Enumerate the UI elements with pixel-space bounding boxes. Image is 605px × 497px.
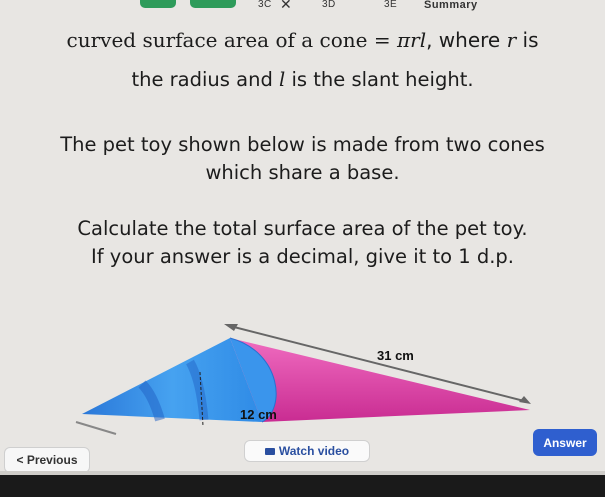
tab-3d[interactable]: 3D [322,0,336,10]
slant-label: 31 cm [377,348,414,363]
tab-3c[interactable]: 3C [258,0,272,10]
cone-diagram: 31 cm 12 cm [75,324,531,435]
formula-math: πrl [396,28,427,52]
formula-suffix: , where [426,28,507,52]
line2-suffix: is the slant height. [285,68,474,91]
watch-video-button[interactable]: Watch video [244,440,370,462]
formula-prefix: curved surface area of a cone = [66,28,397,52]
video-icon [264,447,275,455]
question-para2-line1: The pet toy shown below is made from two… [60,133,545,156]
question-para2-line2: which share a base. [205,161,400,184]
answer-button[interactable]: Answer [533,429,597,456]
slant-arrowhead-left [224,324,238,331]
tab-summary[interactable]: Summary [424,0,478,11]
formula-end: is [516,28,539,52]
watch-video-label: Watch video [278,444,350,458]
left-edge-arrow [75,421,117,435]
slant-arrowhead-right [519,396,531,404]
close-icon[interactable]: ✕ [280,0,292,13]
formula-line-2: the radius and l is the slant height. [0,68,605,91]
tab-3e[interactable]: 3E [384,0,397,10]
tab-3a-pill[interactable] [140,0,176,8]
question-para3-line1: Calculate the total surface area of the … [77,217,528,240]
bottom-bar [0,475,605,497]
tab-3b-pill[interactable] [190,0,236,8]
line2-prefix: the radius and [131,68,280,91]
previous-button[interactable]: < Previous [4,447,90,473]
question-para3-line2: If your answer is a decimal, give it to … [90,245,514,268]
tab-strip: 3C ✕ 3D 3E Summary [0,0,605,16]
formula-line: curved surface area of a cone = πrl, whe… [0,28,605,52]
formula-var-r: r [506,28,517,52]
radius-label: 12 cm [240,407,277,422]
